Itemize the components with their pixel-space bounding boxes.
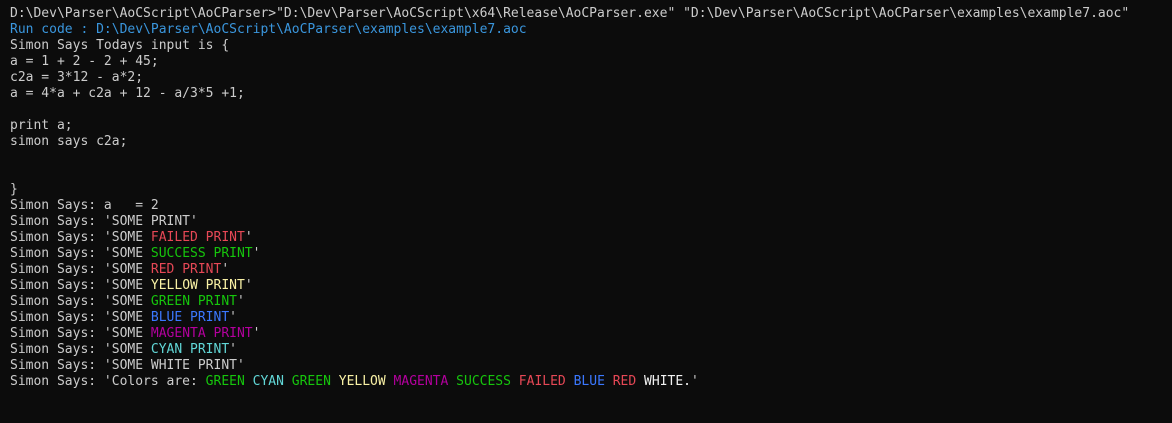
console-line: Simon Says: 'SOME SUCCESS PRINT'	[10, 246, 1172, 262]
console-text: Simon Says: 'SOME	[10, 278, 151, 293]
console-text: '	[229, 342, 237, 357]
console-output[interactable]: D:\Dev\Parser\AoCScript\AoCParser>"D:\De…	[0, 0, 1172, 423]
console-text: CYAN PRINT	[150, 342, 230, 357]
console-text: RED	[612, 374, 637, 389]
console-line: a = 4*a + c2a + 12 - a/3*5 +1;	[10, 86, 1172, 102]
console-text: Simon Says: 'SOME	[10, 262, 151, 277]
console-line: Simon Says: 'SOME FAILED PRINT'	[10, 230, 1172, 246]
console-text: Simon Says: 'SOME	[10, 326, 151, 341]
console-text: Simon Says: 'SOME	[10, 230, 151, 245]
console-text: GREEN	[205, 374, 245, 389]
console-text: FAILED	[518, 374, 566, 389]
console-text: YELLOW	[338, 374, 386, 389]
console-line: Simon Says: a = 2	[10, 198, 1172, 214]
console-text: WHITE.	[644, 374, 692, 389]
console-text: }	[10, 182, 18, 197]
console-line: Run code : D:\Dev\Parser\AoCScript\AoCPa…	[10, 22, 1172, 38]
console-text: YELLOW PRINT	[150, 278, 245, 293]
console-text: Simon Says: 'SOME WHITE PRINT'	[10, 358, 245, 373]
console-text: CYAN	[252, 374, 284, 389]
console-text: FAILED PRINT	[150, 230, 245, 245]
console-line: simon says c2a;	[10, 134, 1172, 150]
console-text: '	[221, 262, 230, 277]
console-text: GREEN	[291, 374, 331, 389]
console-line: Simon Says: 'SOME MAGENTA PRINT'	[10, 326, 1172, 342]
console-line: c2a = 3*12 - a*2;	[10, 70, 1172, 86]
console-text: '	[236, 294, 245, 309]
console-text: BLUE PRINT	[150, 310, 230, 325]
console-line: Simon Says: 'SOME BLUE PRINT'	[10, 310, 1172, 326]
console-text: GREEN PRINT	[150, 294, 237, 309]
console-text: Run code : D:\Dev\Parser\AoCScript\AoCPa…	[10, 22, 527, 37]
console-text: Simon Says: a = 2	[10, 198, 159, 213]
console-line: Simon Says: 'SOME WHITE PRINT'	[10, 358, 1172, 374]
console-text: '	[229, 310, 237, 325]
console-text: simon says c2a;	[10, 134, 128, 149]
console-text: MAGENTA PRINT	[150, 326, 253, 341]
console-text: Simon Says: 'SOME	[10, 310, 151, 325]
console-text: Simon Says: 'SOME PRINT'	[10, 214, 198, 229]
console-line: print a;	[10, 118, 1172, 134]
console-line: Simon Says: 'SOME YELLOW PRINT'	[10, 278, 1172, 294]
console-text: '	[691, 374, 699, 389]
console-text: SUCCESS PRINT	[150, 246, 253, 261]
console-line: a = 1 + 2 - 2 + 45;	[10, 54, 1172, 70]
console-text: Simon Says Todays input is {	[10, 38, 230, 53]
console-line: Simon Says Todays input is {	[10, 38, 1172, 54]
console-text: a = 1 + 2 - 2 + 45;	[10, 54, 159, 69]
console-text: a = 4*a + c2a + 12 - a/3*5 +1;	[10, 86, 245, 101]
console-text: c2a = 3*12 - a*2;	[10, 70, 144, 85]
console-text: Simon Says: 'Colors are:	[10, 374, 206, 389]
console-line: D:\Dev\Parser\AoCScript\AoCParser>"D:\De…	[10, 6, 1172, 22]
console-text: SUCCESS	[456, 374, 511, 389]
console-text: BLUE	[573, 374, 605, 389]
console-line: Simon Says: 'Colors are: GREEN CYAN GREE…	[10, 374, 1172, 390]
console-text: Simon Says: 'SOME	[10, 342, 151, 357]
console-line: }	[10, 182, 1172, 198]
console-line: Simon Says: 'SOME RED PRINT'	[10, 262, 1172, 278]
console-line: Simon Says: 'SOME GREEN PRINT'	[10, 294, 1172, 310]
console-text: '	[244, 230, 253, 245]
console-text: print a;	[10, 118, 73, 133]
console-text: '	[252, 246, 261, 261]
console-text: '	[244, 278, 253, 293]
console-text: RED PRINT	[150, 262, 222, 277]
console-text: Simon Says: 'SOME	[10, 246, 151, 261]
console-text: Simon Says: 'SOME	[10, 294, 151, 309]
console-line: Simon Says: 'SOME PRINT'	[10, 214, 1172, 230]
console-line: Simon Says: 'SOME CYAN PRINT'	[10, 342, 1172, 358]
console-text: '	[252, 326, 261, 341]
console-text: MAGENTA	[393, 374, 449, 389]
console-text: D:\Dev\Parser\AoCScript\AoCParser>"D:\De…	[10, 6, 1130, 21]
